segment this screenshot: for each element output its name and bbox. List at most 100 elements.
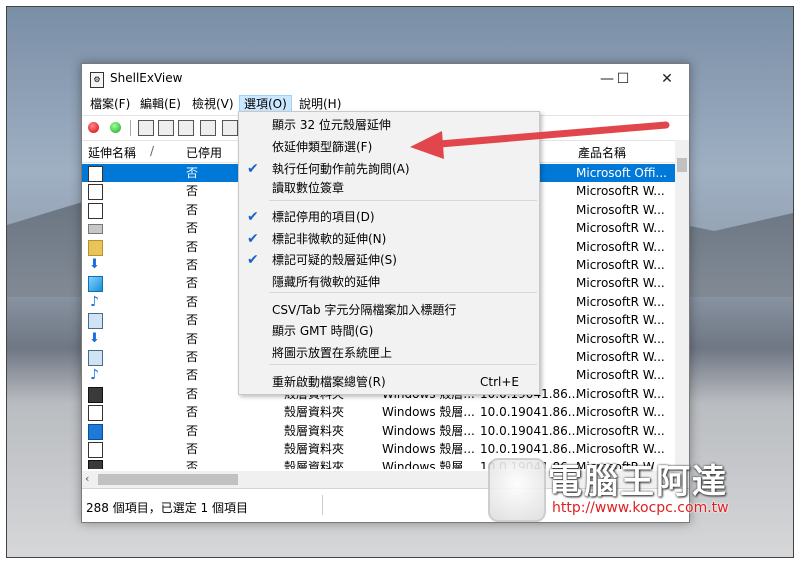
watermark-logo-icon [488, 458, 546, 522]
doc-icon [88, 184, 103, 201]
options-menu-item-label: 顯示 GMT 時間(G) [272, 324, 374, 338]
cell-type: 殼層資料夾 [284, 442, 345, 456]
film-icon [88, 460, 103, 469]
cell-disabled: 否 [186, 166, 199, 180]
cell-product: MicrosoftR W... [576, 294, 665, 309]
options-menu-item-label: 依延伸類型篩選(F) [272, 140, 373, 154]
cell-disabled: 否 [186, 276, 199, 291]
sort-indicator-icon: / [150, 144, 155, 158]
cube-icon [88, 276, 103, 293]
properties-icon[interactable] [200, 120, 216, 136]
options-menu-item-label: 讀取數位簽章 [272, 181, 345, 195]
title-bar[interactable]: ⚙ ShellExView — ☐ ✕ [82, 64, 689, 94]
music-note-icon: ♪ [90, 367, 99, 384]
cell-disabled: 否 [186, 460, 199, 469]
checkmark-icon: ✔ [247, 209, 259, 225]
cell-disabled: 否 [186, 294, 199, 309]
cell-disabled: 否 [186, 221, 199, 236]
doc-icon [88, 202, 103, 219]
refresh-icon[interactable] [158, 120, 174, 136]
cell-product: MicrosoftR W... [576, 313, 665, 328]
column-extension-name[interactable]: 延伸名稱 [88, 144, 136, 161]
disable-icon[interactable] [88, 122, 99, 133]
menu-view[interactable]: 檢視(V) [188, 96, 238, 113]
cell-disabled: 否 [186, 350, 199, 364]
menu-separator [269, 200, 537, 201]
vertical-scroll-thumb[interactable] [677, 158, 687, 172]
cell-version: 10.0.19041.86... [480, 405, 580, 420]
cell-description: Windows 殼層... [382, 460, 475, 469]
watermark: 電腦王阿達 http://www.kocpc.com.tw [488, 448, 788, 538]
watermark-title: 電腦王阿達 [548, 462, 728, 502]
drive-icon [88, 224, 103, 235]
menu-separator [269, 364, 537, 365]
doc-icon [88, 166, 103, 182]
copy-icon[interactable] [178, 120, 194, 136]
cell-disabled: 否 [186, 313, 199, 328]
options-menu-item-label: 執行任何動作前先詢問(A) [272, 162, 410, 176]
options-menu-item[interactable]: 隱藏所有微軟的延伸 [239, 272, 539, 292]
options-menu-item[interactable]: ✔ 標記停用的項目(D) [239, 207, 539, 227]
table-row[interactable]: 否 殼層資料夾 Windows 殼層... 10.0.19041.86...Micro… [82, 403, 675, 422]
cell-disabled: 否 [186, 405, 199, 420]
options-menu-item-label: 顯示 32 位元殼層延伸 [272, 118, 391, 132]
doc-icon [88, 442, 103, 458]
close-button[interactable]: ✕ [652, 69, 682, 89]
menu-file[interactable]: 檔案(F) [86, 96, 134, 113]
cell-version: 10.0.19041.86... [480, 423, 580, 438]
menu-edit[interactable]: 編輯(E) [136, 96, 185, 113]
options-menu-item-label: 將圖示放置在系統匣上 [272, 346, 393, 360]
options-menu-item-label: 標記可疑的殼層延伸(S) [272, 253, 397, 267]
cell-disabled: 否 [186, 386, 199, 401]
options-menu-item[interactable]: CSV/Tab 字元分隔檔案加入標題行 [239, 300, 539, 320]
film-icon [88, 386, 103, 403]
column-disabled[interactable]: 已停用 [186, 144, 222, 161]
checkmark-icon: ✔ [247, 231, 259, 247]
red-arrow-annotation [410, 121, 670, 159]
options-menu-item[interactable]: 顯示 GMT 時間(G) [239, 321, 539, 341]
checkmark-icon: ✔ [247, 161, 259, 177]
cell-type: 殼層資料夾 [284, 460, 345, 469]
cell-product: MicrosoftR W... [576, 202, 665, 217]
menu-separator [269, 292, 537, 293]
options-menu-item[interactable]: 將圖示放置在系統匣上 [239, 343, 539, 363]
horizontal-scroll-thumb[interactable] [98, 474, 238, 485]
screen-icon [88, 313, 103, 330]
cell-disabled: 否 [186, 423, 199, 438]
cell-disabled: 否 [186, 202, 199, 217]
watermark-url: http://www.kocpc.com.tw [552, 500, 729, 516]
cell-product: MicrosoftR W... [576, 405, 665, 420]
options-menu-item-label: 重新啟動檔案總管(R) [272, 375, 386, 389]
cell-description: Windows 殼層... [382, 405, 475, 420]
find-icon[interactable] [222, 120, 238, 136]
save-icon[interactable] [138, 120, 154, 136]
cell-disabled: 否 [186, 331, 199, 346]
cell-product: MicrosoftR W... [576, 368, 665, 383]
options-menu-item[interactable]: ✔ 標記非微軟的延伸(N) [239, 229, 539, 249]
scroll-left-icon[interactable]: ‹ [85, 472, 89, 485]
checkmark-icon: ✔ [247, 252, 259, 268]
download-arrow-icon: ⬇ [89, 257, 100, 272]
enable-icon[interactable] [110, 122, 121, 133]
shortcut-label: Ctrl+E [480, 375, 519, 389]
screen-icon [88, 350, 103, 366]
status-divider [322, 495, 323, 515]
options-menu-item-label: CSV/Tab 字元分隔檔案加入標題行 [272, 303, 457, 317]
music-note-icon: ♪ [90, 293, 99, 310]
cell-description: Windows 殼層... [382, 423, 475, 438]
options-menu-item[interactable]: 讀取數位簽章 [239, 178, 539, 198]
app-icon: ⚙ [90, 72, 104, 88]
table-row[interactable]: 否 殼層資料夾 Windows 殼層... 10.0.19041.86...Micro… [82, 422, 675, 440]
cell-type: 殼層資料夾 [284, 405, 345, 420]
cell-product: MicrosoftR W... [576, 350, 665, 364]
cell-product: MicrosoftR W... [576, 386, 665, 401]
blue-folder-icon [88, 423, 103, 440]
maximize-button[interactable]: ☐ [608, 69, 638, 89]
cell-product: MicrosoftR W... [576, 276, 665, 291]
cell-description: Windows 殼層... [382, 442, 475, 456]
options-menu-item[interactable]: ✔ 標記可疑的殼層延伸(S) [239, 250, 539, 270]
cell-disabled: 否 [186, 368, 199, 383]
options-menu-item[interactable]: 重新啟動檔案總管(R) Ctrl+E [239, 372, 539, 392]
vertical-scrollbar[interactable] [675, 140, 689, 471]
cell-product: MicrosoftR W... [576, 331, 665, 346]
